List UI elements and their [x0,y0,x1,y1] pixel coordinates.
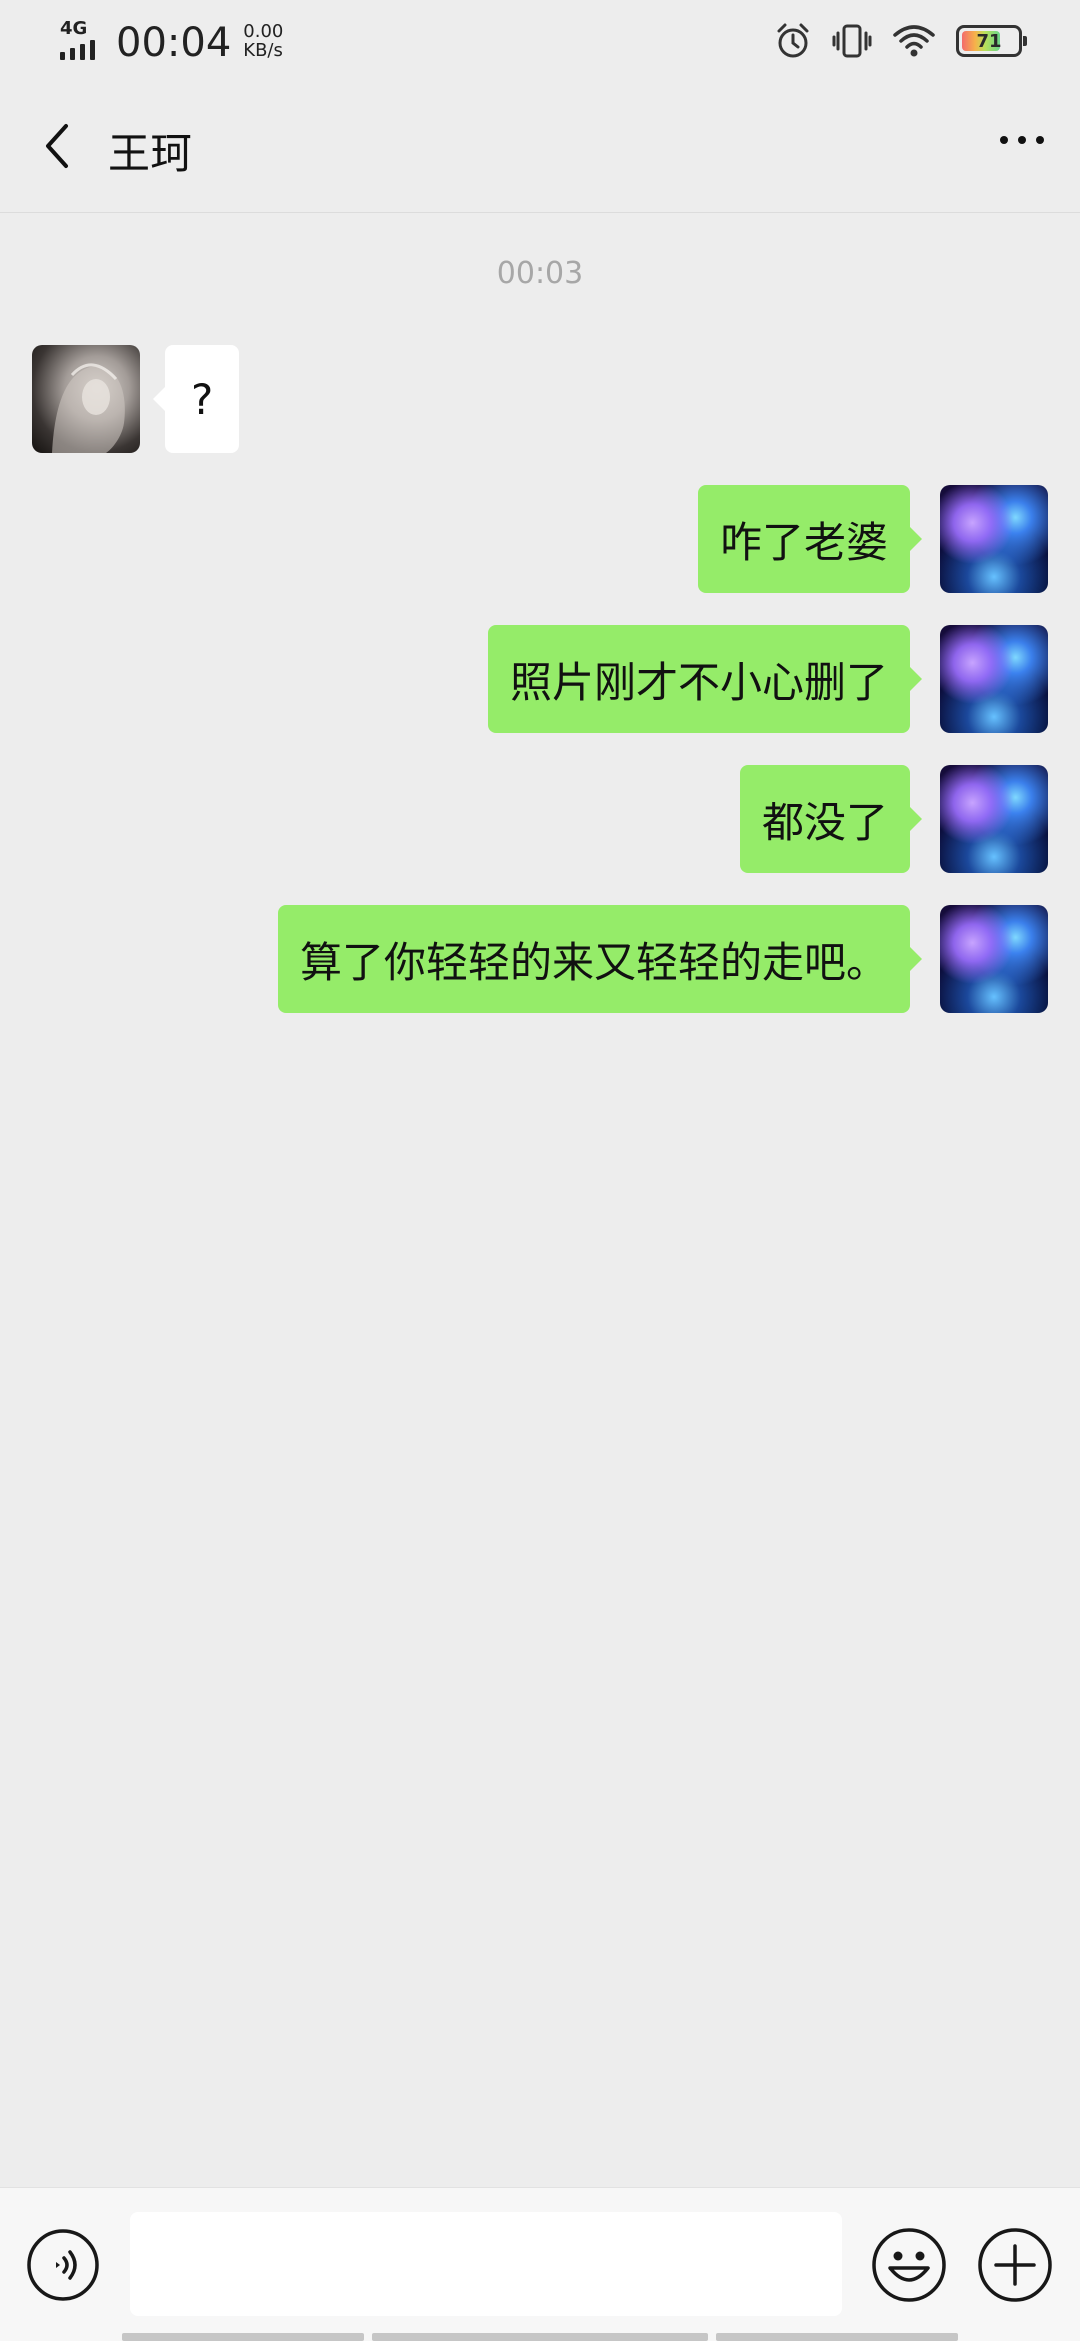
message-bubble-outgoing[interactable]: 都没了 [739,765,923,873]
message-text: ? [191,374,214,424]
message-bubble-outgoing[interactable]: 照片刚才不小心删了 [487,625,923,733]
avatar-self[interactable] [940,765,1048,873]
alarm-icon [777,23,809,58]
chevron-left-icon[interactable] [30,116,90,176]
input-bar [0,2187,1080,2341]
status-bar: 4G 00:04 0.00 KB/s 71 [0,0,1080,90]
plus-icon[interactable] [976,2226,1054,2304]
message-text: 咋了老婆 [719,517,888,567]
message-timestamp: 00:03 [496,256,584,291]
wifi-icon [893,25,935,57]
message-text: 照片刚才不小心删了 [509,657,888,707]
message-bubble-outgoing[interactable]: 算了你轻轻的来又轻轻的走吧。 [277,905,923,1013]
message-input[interactable] [130,2212,842,2316]
avatar-self[interactable] [940,485,1048,593]
network-speed-value: 0.00 [243,21,284,42]
avatar-contact-image [52,363,125,453]
chat-title: 王珂 [108,129,193,178]
network-speed-unit: KB/s [243,40,283,61]
voice-icon[interactable] [26,2228,100,2302]
avatar-self[interactable] [940,905,1048,1013]
message-text: 都没了 [761,797,888,847]
more-dots-icon[interactable] [992,120,1052,170]
network-speed: 0.00 KB/s [243,22,283,60]
avatar-self[interactable] [940,625,1048,733]
message-bubble-outgoing[interactable]: 咋了老婆 [697,485,923,593]
cellular-signal-icon: 4G [58,18,106,62]
network-type: 4G [60,18,88,39]
chat-header: 王珂 [0,90,1080,213]
message-text: 算了你轻轻的来又轻轻的走吧。 [299,937,888,987]
battery-percent: 71 [976,30,1002,52]
chat-area[interactable]: 00:03 ? 咋了老婆 照片刚才不小心删了 都没了 算了你轻轻的来又轻轻的走吧… [0,212,1080,2187]
vibrate-icon [832,24,872,58]
status-time: 00:04 [116,20,232,66]
emoji-icon[interactable] [870,2226,948,2304]
battery-icon: 71 [956,25,1027,57]
message-bubble-incoming[interactable]: ? [152,345,240,453]
avatar-contact[interactable] [32,345,140,453]
